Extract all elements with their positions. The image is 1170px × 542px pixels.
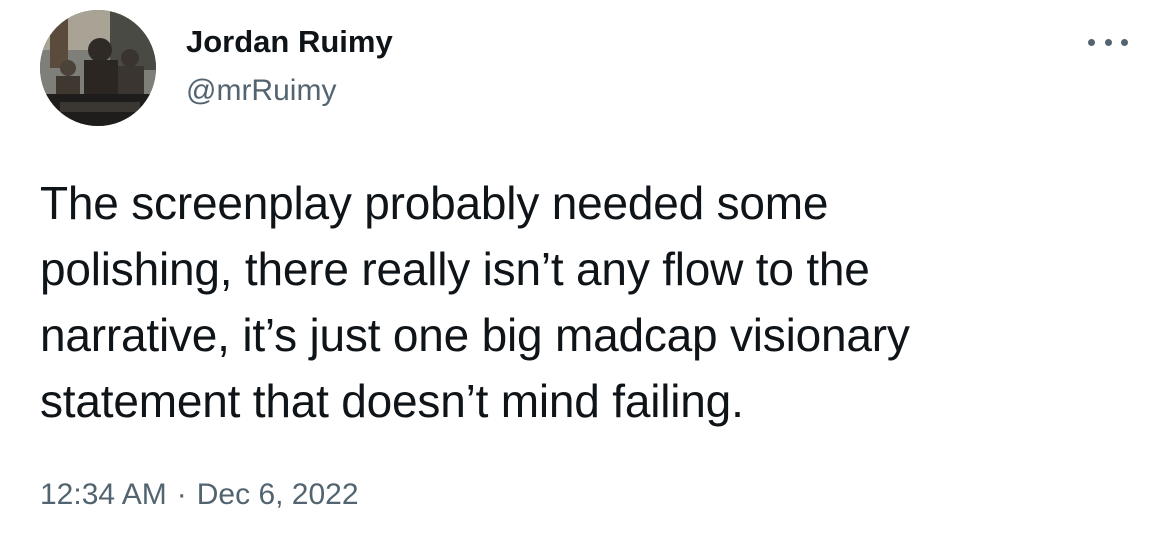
tweet-timestamp[interactable]: 12:34 AM · Dec 6, 2022 — [40, 478, 359, 512]
avatar[interactable] — [40, 10, 156, 126]
tweet-text-line: The screenplay probably needed some — [40, 177, 829, 229]
author-name[interactable]: Jordan Ruimy — [186, 24, 393, 60]
dot — [1088, 38, 1095, 46]
meta-separator: · — [176, 478, 187, 511]
more-horizontal-icon[interactable] — [1088, 30, 1128, 54]
dot — [1104, 38, 1112, 46]
avatar-image — [40, 10, 156, 126]
tweet-time: 12:34 AM — [40, 478, 167, 511]
tweet-text-line: narrative, it’s just one big madcap visi… — [40, 309, 910, 361]
tweet-date: Dec 6, 2022 — [196, 478, 359, 511]
tweet-card: Jordan Ruimy @mrRuimy The screenplay pro… — [0, 0, 1170, 542]
tweet-text: The screenplay probably needed some poli… — [40, 170, 1140, 434]
tweet-text-line: statement that doesn’t mind failing. — [40, 375, 744, 427]
tweet-text-line: polishing, there really isn’t any flow t… — [40, 243, 870, 295]
author-handle[interactable]: @mrRuimy — [186, 74, 336, 108]
dot — [1121, 38, 1128, 46]
